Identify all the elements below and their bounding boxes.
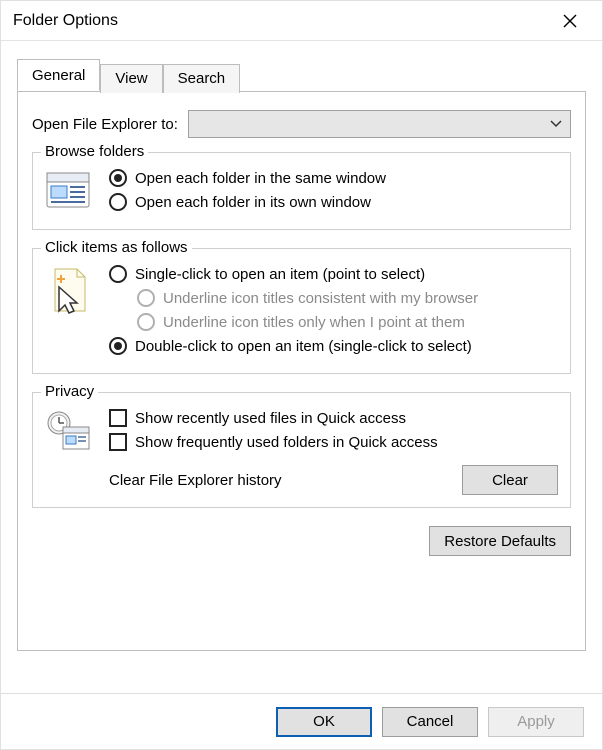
tab-strip: General View Search [17, 59, 586, 91]
group-legend: Click items as follows [41, 239, 192, 256]
radio-single-click[interactable]: Single-click to open an item (point to s… [109, 265, 558, 283]
checkbox-label: Show recently used files in Quick access [135, 410, 406, 427]
browse-folders-icon [45, 167, 97, 217]
radio-label: Underline icon titles only when I point … [163, 314, 465, 331]
chevron-down-icon [550, 120, 562, 128]
tab-general[interactable]: General [17, 59, 100, 91]
checkbox-recent-files[interactable]: Show recently used files in Quick access [109, 409, 558, 427]
checkbox-frequent-folders[interactable]: Show frequently used folders in Quick ac… [109, 433, 558, 451]
radio-label: Single-click to open an item (point to s… [135, 266, 425, 283]
radio-label: Open each folder in the same window [135, 170, 386, 187]
radio-icon [137, 289, 155, 307]
radio-icon [109, 193, 127, 211]
checkbox-label: Show frequently used folders in Quick ac… [135, 434, 438, 451]
tab-search[interactable]: Search [163, 64, 241, 93]
clear-button[interactable]: Clear [462, 465, 558, 495]
dialog-button-bar: OK Cancel Apply [1, 693, 602, 749]
apply-button: Apply [488, 707, 584, 737]
group-legend: Privacy [41, 383, 98, 400]
radio-icon [137, 313, 155, 331]
open-explorer-dropdown[interactable] [188, 110, 571, 138]
open-explorer-row: Open File Explorer to: [32, 110, 571, 138]
folder-options-dialog: Folder Options General View Search Open … [0, 0, 603, 750]
checkbox-icon [109, 409, 127, 427]
radio-same-window[interactable]: Open each folder in the same window [109, 169, 558, 187]
client-area: General View Search Open File Explorer t… [1, 41, 602, 651]
close-icon [563, 14, 577, 28]
radio-label: Open each folder in its own window [135, 194, 371, 211]
checkbox-icon [109, 433, 127, 451]
radio-icon [109, 169, 127, 187]
radio-underline-point: Underline icon titles only when I point … [137, 313, 558, 331]
clear-history-label: Clear File Explorer history [109, 472, 282, 489]
open-explorer-label: Open File Explorer to: [32, 116, 178, 133]
click-items-icon [45, 263, 97, 361]
ok-button[interactable]: OK [276, 707, 372, 737]
tab-view[interactable]: View [100, 64, 162, 93]
radio-label: Double-click to open an item (single-cli… [135, 338, 472, 355]
radio-icon [109, 337, 127, 355]
tab-panel-general: Open File Explorer to: Browse folders [17, 91, 586, 651]
restore-defaults-button[interactable]: Restore Defaults [429, 526, 571, 556]
title-bar: Folder Options [1, 1, 602, 41]
radio-own-window[interactable]: Open each folder in its own window [109, 193, 558, 211]
group-legend: Browse folders [41, 143, 148, 160]
group-click-items: Click items as follows [32, 248, 571, 374]
radio-double-click[interactable]: Double-click to open an item (single-cli… [109, 337, 558, 355]
close-button[interactable] [550, 1, 590, 41]
group-privacy: Privacy [32, 392, 571, 508]
window-title: Folder Options [13, 12, 550, 30]
cancel-button[interactable]: Cancel [382, 707, 478, 737]
radio-underline-browser: Underline icon titles consistent with my… [137, 289, 558, 307]
radio-icon [109, 265, 127, 283]
group-browse-folders: Browse folders [32, 152, 571, 230]
radio-label: Underline icon titles consistent with my… [163, 290, 478, 307]
privacy-icon [45, 407, 97, 495]
